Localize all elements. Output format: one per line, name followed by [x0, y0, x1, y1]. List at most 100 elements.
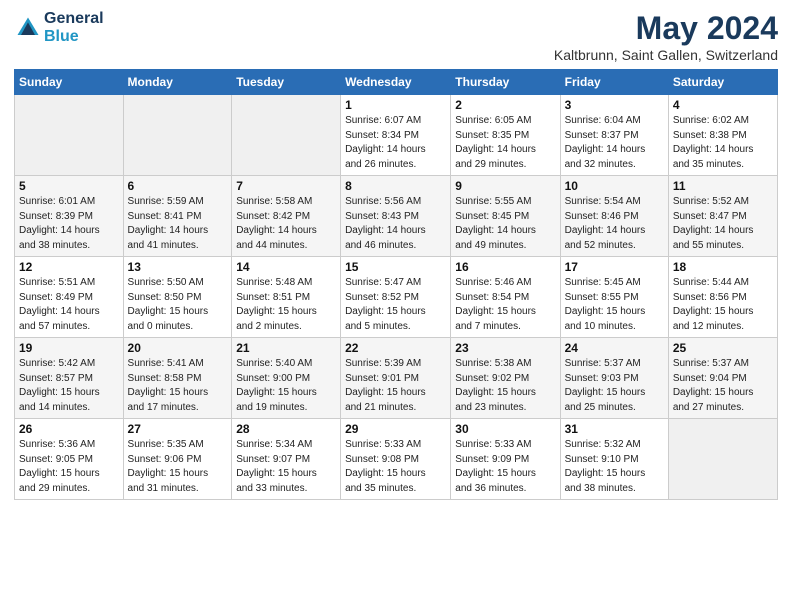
calendar-cell: 24 Sunrise: 5:37 AM Sunset: 9:03 PM Dayli…: [560, 338, 668, 419]
calendar-cell: 26 Sunrise: 5:36 AM Sunset: 9:05 PM Dayli…: [15, 419, 124, 500]
header-day-sunday: Sunday: [15, 70, 124, 95]
calendar-cell: 1 Sunrise: 6:07 AM Sunset: 8:34 PM Daylig…: [341, 95, 451, 176]
day-number: 30: [455, 422, 555, 436]
day-info: Sunrise: 5:44 AM Sunset: 8:56 PM Dayligh…: [673, 276, 773, 334]
day-number: 8: [345, 179, 446, 193]
calendar-cell: 3Sunrise: 6:04 AM Sunset: 8:37 PM Daylig…: [560, 95, 668, 176]
calendar-cell: 11 Sunrise: 5:52 AM Sunset: 8:47 PM Dayli…: [668, 176, 777, 257]
day-info: Sunrise: 5:47 AM Sunset: 8:52 PM Dayligh…: [345, 276, 446, 334]
calendar-cell: 23 Sunrise: 5:38 AM Sunset: 9:02 PM Dayli…: [451, 338, 560, 419]
calendar-cell: 13 Sunrise: 5:50 AM Sunset: 8:50 PM Dayli…: [123, 257, 232, 338]
subtitle: Kaltbrunn, Saint Gallen, Switzerland: [554, 47, 778, 63]
week-row-3: 19 Sunrise: 5:42 AM Sunset: 8:57 PM Dayli…: [15, 338, 778, 419]
day-number: 20: [128, 341, 228, 355]
calendar-cell: 9Sunrise: 5:55 AM Sunset: 8:45 PM Daylig…: [451, 176, 560, 257]
day-info: Sunrise: 5:48 AM Sunset: 8:51 PM Dayligh…: [236, 276, 336, 334]
calendar-cell: 12Sunrise: 5:51 AM Sunset: 8:49 PM Dayli…: [15, 257, 124, 338]
day-info: Sunrise: 6:04 AM Sunset: 8:37 PM Dayligh…: [565, 114, 664, 172]
day-info: Sunrise: 5:56 AM Sunset: 8:43 PM Dayligh…: [345, 195, 446, 253]
day-info: Sunrise: 5:35 AM Sunset: 9:06 PM Dayligh…: [128, 438, 228, 496]
day-number: 28: [236, 422, 336, 436]
day-info: Sunrise: 5:42 AM Sunset: 8:57 PM Dayligh…: [19, 357, 119, 415]
day-info: Sunrise: 5:39 AM Sunset: 9:01 PM Dayligh…: [345, 357, 446, 415]
day-info: Sunrise: 5:37 AM Sunset: 9:04 PM Dayligh…: [673, 357, 773, 415]
calendar-cell: 28Sunrise: 5:34 AM Sunset: 9:07 PM Dayli…: [232, 419, 341, 500]
day-info: Sunrise: 5:52 AM Sunset: 8:47 PM Dayligh…: [673, 195, 773, 253]
calendar-cell: 6 Sunrise: 5:59 AM Sunset: 8:41 PM Daylig…: [123, 176, 232, 257]
day-info: Sunrise: 5:59 AM Sunset: 8:41 PM Dayligh…: [128, 195, 228, 253]
day-info: Sunrise: 6:02 AM Sunset: 8:38 PM Dayligh…: [673, 114, 773, 172]
header-day-thursday: Thursday: [451, 70, 560, 95]
day-info: Sunrise: 5:40 AM Sunset: 9:00 PM Dayligh…: [236, 357, 336, 415]
day-info: Sunrise: 5:33 AM Sunset: 9:09 PM Dayligh…: [455, 438, 555, 496]
header-day-monday: Monday: [123, 70, 232, 95]
day-number: 25: [673, 341, 773, 355]
calendar-cell: 21 Sunrise: 5:40 AM Sunset: 9:00 PM Dayli…: [232, 338, 341, 419]
day-number: 23: [455, 341, 555, 355]
day-info: Sunrise: 5:58 AM Sunset: 8:42 PM Dayligh…: [236, 195, 336, 253]
calendar-cell: 31 Sunrise: 5:32 AM Sunset: 9:10 PM Dayli…: [560, 419, 668, 500]
day-number: 1: [345, 98, 446, 112]
calendar-cell: 22 Sunrise: 5:39 AM Sunset: 9:01 PM Dayli…: [341, 338, 451, 419]
day-number: 26: [19, 422, 119, 436]
calendar-cell: 30 Sunrise: 5:33 AM Sunset: 9:09 PM Dayli…: [451, 419, 560, 500]
calendar-cell: 25 Sunrise: 5:37 AM Sunset: 9:04 PM Dayli…: [668, 338, 777, 419]
calendar-cell: [232, 95, 341, 176]
day-info: Sunrise: 5:46 AM Sunset: 8:54 PM Dayligh…: [455, 276, 555, 334]
header-day-tuesday: Tuesday: [232, 70, 341, 95]
day-number: 19: [19, 341, 119, 355]
day-number: 17: [565, 260, 664, 274]
calendar-cell: 20Sunrise: 5:41 AM Sunset: 8:58 PM Dayli…: [123, 338, 232, 419]
calendar-cell: 4 Sunrise: 6:02 AM Sunset: 8:38 PM Daylig…: [668, 95, 777, 176]
day-number: 21: [236, 341, 336, 355]
day-info: Sunrise: 5:33 AM Sunset: 9:08 PM Dayligh…: [345, 438, 446, 496]
day-info: Sunrise: 5:54 AM Sunset: 8:46 PM Dayligh…: [565, 195, 664, 253]
day-number: 31: [565, 422, 664, 436]
week-row-1: 5 Sunrise: 6:01 AM Sunset: 8:39 PM Daylig…: [15, 176, 778, 257]
title-block: May 2024 Kaltbrunn, Saint Gallen, Switze…: [554, 10, 778, 63]
calendar-cell: 15 Sunrise: 5:47 AM Sunset: 8:52 PM Dayli…: [341, 257, 451, 338]
day-number: 5: [19, 179, 119, 193]
day-number: 10: [565, 179, 664, 193]
calendar-header-row: SundayMondayTuesdayWednesdayThursdayFrid…: [15, 70, 778, 95]
calendar-cell: 17 Sunrise: 5:45 AM Sunset: 8:55 PM Dayli…: [560, 257, 668, 338]
day-number: 14: [236, 260, 336, 274]
day-number: 13: [128, 260, 228, 274]
calendar-cell: 7 Sunrise: 5:58 AM Sunset: 8:42 PM Daylig…: [232, 176, 341, 257]
day-info: Sunrise: 6:07 AM Sunset: 8:34 PM Dayligh…: [345, 114, 446, 172]
day-info: Sunrise: 5:32 AM Sunset: 9:10 PM Dayligh…: [565, 438, 664, 496]
day-number: 4: [673, 98, 773, 112]
calendar-cell: [15, 95, 124, 176]
main-title: May 2024: [554, 10, 778, 47]
day-number: 16: [455, 260, 555, 274]
day-info: Sunrise: 5:38 AM Sunset: 9:02 PM Dayligh…: [455, 357, 555, 415]
calendar-cell: 19 Sunrise: 5:42 AM Sunset: 8:57 PM Dayli…: [15, 338, 124, 419]
day-number: 15: [345, 260, 446, 274]
calendar-table: SundayMondayTuesdayWednesdayThursdayFrid…: [14, 69, 778, 500]
calendar-cell: 16 Sunrise: 5:46 AM Sunset: 8:54 PM Dayli…: [451, 257, 560, 338]
header-day-friday: Friday: [560, 70, 668, 95]
day-info: Sunrise: 6:01 AM Sunset: 8:39 PM Dayligh…: [19, 195, 119, 253]
day-number: 29: [345, 422, 446, 436]
calendar-cell: 18 Sunrise: 5:44 AM Sunset: 8:56 PM Dayli…: [668, 257, 777, 338]
day-info: Sunrise: 5:45 AM Sunset: 8:55 PM Dayligh…: [565, 276, 664, 334]
week-row-2: 12Sunrise: 5:51 AM Sunset: 8:49 PM Dayli…: [15, 257, 778, 338]
day-info: Sunrise: 5:50 AM Sunset: 8:50 PM Dayligh…: [128, 276, 228, 334]
day-number: 24: [565, 341, 664, 355]
calendar-cell: 5 Sunrise: 6:01 AM Sunset: 8:39 PM Daylig…: [15, 176, 124, 257]
day-number: 18: [673, 260, 773, 274]
day-number: 6: [128, 179, 228, 193]
day-number: 12: [19, 260, 119, 274]
header: General Blue May 2024 Kaltbrunn, Saint G…: [14, 10, 778, 63]
day-info: Sunrise: 5:55 AM Sunset: 8:45 PM Dayligh…: [455, 195, 555, 253]
day-info: Sunrise: 5:36 AM Sunset: 9:05 PM Dayligh…: [19, 438, 119, 496]
header-day-saturday: Saturday: [668, 70, 777, 95]
calendar-cell: 27Sunrise: 5:35 AM Sunset: 9:06 PM Dayli…: [123, 419, 232, 500]
day-info: Sunrise: 6:05 AM Sunset: 8:35 PM Dayligh…: [455, 114, 555, 172]
day-info: Sunrise: 5:37 AM Sunset: 9:03 PM Dayligh…: [565, 357, 664, 415]
week-row-0: 1 Sunrise: 6:07 AM Sunset: 8:34 PM Daylig…: [15, 95, 778, 176]
day-number: 22: [345, 341, 446, 355]
day-number: 7: [236, 179, 336, 193]
calendar-cell: 8 Sunrise: 5:56 AM Sunset: 8:43 PM Daylig…: [341, 176, 451, 257]
day-number: 11: [673, 179, 773, 193]
